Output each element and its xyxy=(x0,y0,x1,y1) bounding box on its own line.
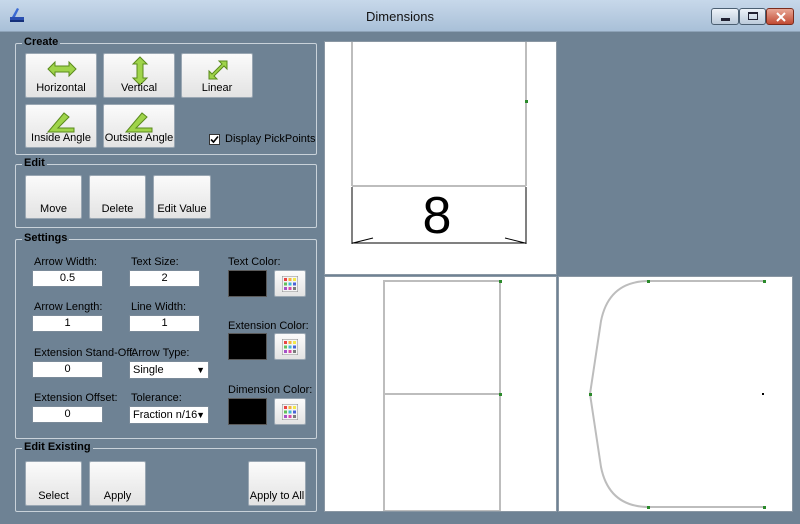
horizontal-button[interactable]: Horizontal xyxy=(25,53,97,98)
text-color-label: Text Color: xyxy=(228,256,281,268)
vertical-label: Vertical xyxy=(120,82,158,94)
color-palette-icon xyxy=(282,339,298,355)
move-label: Move xyxy=(40,203,67,215)
top-view-drawing xyxy=(588,280,766,509)
horizontal-arrow-icon xyxy=(47,60,77,78)
extension-standoff-field[interactable]: 0 xyxy=(32,361,103,378)
inside-angle-button[interactable]: Inside Angle xyxy=(25,104,97,148)
display-pickpoints-label[interactable]: Display PickPoints xyxy=(225,133,315,145)
arrow-width-field[interactable]: 0.5 xyxy=(32,270,103,287)
viewport-top[interactable]: 8 xyxy=(324,41,557,275)
display-pickpoints-checkbox[interactable] xyxy=(209,134,220,145)
tolerance-label: Tolerance: xyxy=(131,392,182,404)
window-title: Dimensions xyxy=(366,9,434,24)
extension-color-swatch[interactable] xyxy=(228,333,267,360)
chevron-down-icon: ▼ xyxy=(196,365,205,375)
arrow-type-value: Single xyxy=(133,364,164,376)
inside-angle-icon xyxy=(46,112,75,133)
select-label: Select xyxy=(38,490,69,502)
apply-button[interactable]: Apply xyxy=(89,461,146,506)
text-color-picker-button[interactable] xyxy=(274,270,306,297)
settings-group-title: Settings xyxy=(22,232,70,244)
text-size-field[interactable]: 2 xyxy=(129,270,200,287)
tolerance-select[interactable]: Fraction n/16 ▼ xyxy=(129,406,209,424)
close-icon xyxy=(776,12,786,22)
minimize-icon xyxy=(721,18,730,21)
extension-standoff-label: Extension Stand-Off: xyxy=(34,347,136,359)
color-palette-icon xyxy=(282,404,298,420)
chevron-down-icon: ▼ xyxy=(196,410,205,420)
viewport-bottom-left[interactable] xyxy=(324,276,557,512)
dimension-value-text[interactable]: 8 xyxy=(325,186,549,246)
line-width-label: Line Width: xyxy=(131,301,187,313)
maximize-button[interactable] xyxy=(739,8,766,25)
dimension-color-label: Dimension Color: xyxy=(228,384,313,396)
settings-group: Settings Arrow Width: 0.5 Text Size: 2 T… xyxy=(15,232,317,439)
select-button[interactable]: Select xyxy=(25,461,82,506)
arrow-length-field[interactable]: 1 xyxy=(32,315,103,332)
minimize-button[interactable] xyxy=(711,8,739,25)
arrow-type-select[interactable]: Single ▼ xyxy=(129,361,209,379)
side-view-drawing xyxy=(383,280,502,511)
arrow-type-label: Arrow Type: xyxy=(131,347,190,359)
edit-group: Edit Move Delete Edit Value xyxy=(15,157,317,228)
outside-angle-label: Outside Angle xyxy=(104,132,174,144)
arrow-length-label: Arrow Length: xyxy=(34,301,103,313)
client-area: Create Horizontal Vertical Linear Inside… xyxy=(8,33,793,515)
linear-label: Linear xyxy=(201,82,233,94)
dimension-color-picker-button[interactable] xyxy=(274,398,306,425)
edit-value-label: Edit Value xyxy=(157,203,207,215)
outside-angle-button[interactable]: Outside Angle xyxy=(103,104,175,148)
extension-offset-field[interactable]: 0 xyxy=(32,406,103,423)
move-button[interactable]: Move xyxy=(25,175,82,219)
linear-arrow-icon xyxy=(208,60,228,80)
viewport-bottom-right[interactable] xyxy=(558,276,793,512)
delete-button[interactable]: Delete xyxy=(89,175,146,219)
extension-offset-label: Extension Offset: xyxy=(34,392,118,404)
edit-group-title: Edit xyxy=(22,157,47,169)
apply-label: Apply xyxy=(103,490,132,502)
tolerance-value: Fraction n/16 xyxy=(133,409,198,421)
maximize-icon xyxy=(748,12,758,20)
close-button[interactable] xyxy=(766,8,794,25)
line-width-field[interactable]: 1 xyxy=(129,315,200,332)
color-palette-icon xyxy=(282,276,298,292)
extension-color-picker-button[interactable] xyxy=(274,333,306,360)
extension-color-label: Extension Color: xyxy=(228,320,309,332)
checkmark-icon xyxy=(210,135,219,144)
create-group-title: Create xyxy=(22,36,61,48)
linear-button[interactable]: Linear xyxy=(181,53,253,98)
edit-existing-group: Edit Existing Select Apply Apply to All xyxy=(15,441,317,512)
edit-value-button[interactable]: Edit Value xyxy=(153,175,211,219)
dimension-color-swatch[interactable] xyxy=(228,398,267,425)
create-group: Create Horizontal Vertical Linear Inside… xyxy=(15,36,317,155)
apply-to-all-button[interactable]: Apply to All xyxy=(248,461,306,506)
horizontal-label: Horizontal xyxy=(36,82,86,94)
text-color-swatch[interactable] xyxy=(228,270,267,297)
vertical-button[interactable]: Vertical xyxy=(103,53,175,98)
edit-existing-group-title: Edit Existing xyxy=(22,441,93,453)
apply-to-all-label: Apply to All xyxy=(249,490,305,502)
outside-angle-icon xyxy=(124,112,153,133)
title-bar: Dimensions xyxy=(0,0,800,32)
arrow-width-label: Arrow Width: xyxy=(34,256,97,268)
text-size-label: Text Size: xyxy=(131,256,179,268)
delete-label: Delete xyxy=(101,203,134,215)
inside-angle-label: Inside Angle xyxy=(31,132,91,144)
